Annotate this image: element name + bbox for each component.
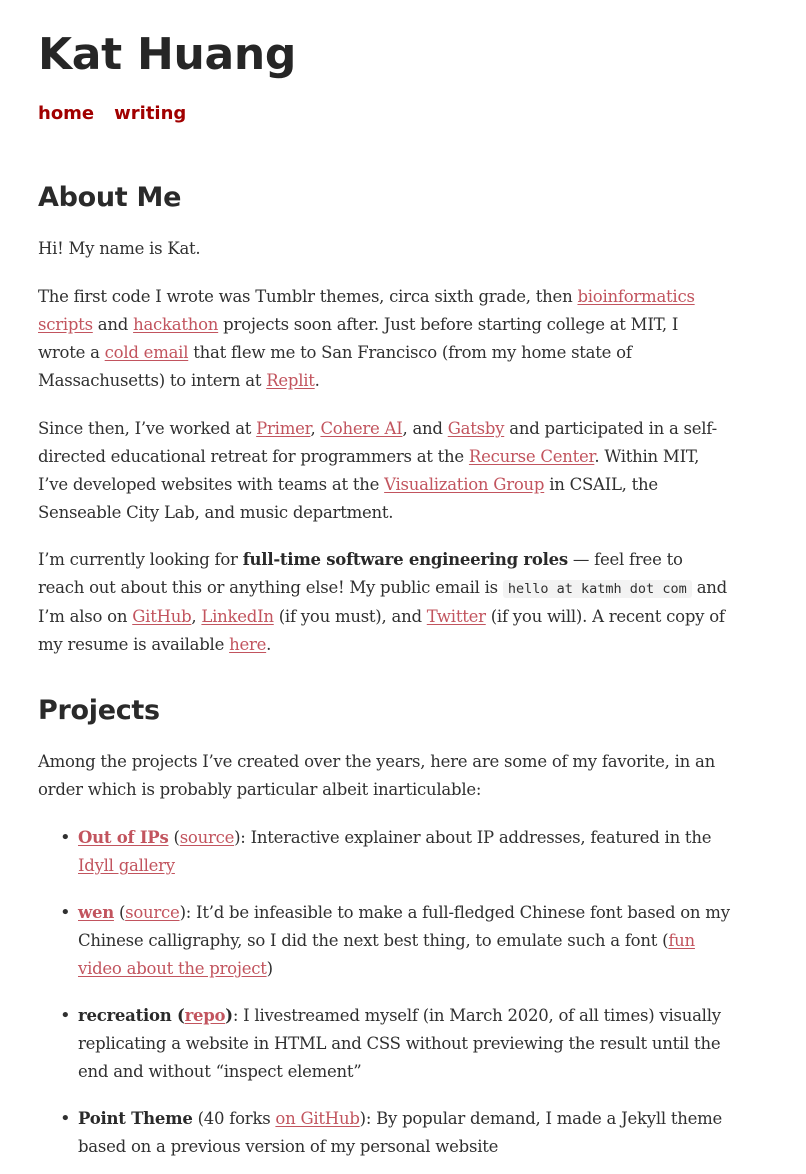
text: )	[266, 959, 273, 978]
cold-email-link[interactable]: cold email	[105, 343, 189, 362]
list-item: • recreation (repo): I livestreamed myse…	[38, 1002, 733, 1086]
nav-writing-link[interactable]: writing	[114, 101, 186, 127]
list-item: • Point Theme (40 forks on GitHub): By p…	[38, 1105, 733, 1161]
wen-source-link[interactable]: source	[125, 903, 180, 922]
twitter-link[interactable]: Twitter	[427, 607, 486, 626]
projects-intro-paragraph: Among the projects I’ve created over the…	[38, 752, 715, 799]
email-address: hello at katmh dot com	[502, 580, 692, 598]
projects-list: • Out of IPs (source): Interactive expla…	[38, 824, 738, 1161]
text: .	[266, 635, 272, 654]
wen-link[interactable]: wen	[78, 903, 114, 922]
gatsby-link[interactable]: Gatsby	[448, 419, 505, 438]
bullet: •	[60, 902, 71, 923]
bullet: •	[60, 1108, 71, 1129]
visualization-group-link[interactable]: Visualization Group	[384, 475, 544, 494]
nav-home-link[interactable]: home	[38, 101, 94, 127]
bullet: •	[60, 827, 71, 848]
idyll-gallery-link[interactable]: Idyll gallery	[78, 856, 175, 875]
text: )	[225, 1006, 233, 1025]
linkedin-link[interactable]: LinkedIn	[201, 607, 274, 626]
text: The first code I wrote was Tumblr themes…	[38, 287, 578, 306]
text: (if you must), and	[273, 607, 427, 626]
recreation-repo-link[interactable]: repo	[185, 1006, 226, 1025]
bullet: •	[60, 1005, 71, 1026]
about-contact-paragraph: I’m currently looking for full-time soft…	[38, 546, 728, 659]
text: I’m currently looking for	[38, 550, 243, 569]
list-item: • wen (source): It’d be infeasible to ma…	[38, 899, 733, 983]
text: ,	[310, 419, 321, 438]
text: (	[113, 903, 126, 922]
recurse-center-link[interactable]: Recurse Center	[469, 447, 595, 466]
resume-link[interactable]: here	[229, 635, 266, 654]
text: .	[314, 371, 320, 390]
hackathon-link[interactable]: hackathon	[133, 315, 218, 334]
main-nav: home writing	[38, 101, 186, 127]
text: ): Interactive explainer about IP addres…	[234, 828, 712, 847]
site-title: Kat Huang	[38, 29, 297, 80]
text: and	[92, 315, 134, 334]
point-theme-github-link[interactable]: on GitHub	[275, 1109, 359, 1128]
about-work-paragraph: Since then, I’ve worked at Primer, Coher…	[38, 415, 728, 527]
job-search-highlight: full-time software engineering roles	[242, 550, 568, 569]
about-history-paragraph: The first code I wrote was Tumblr themes…	[38, 283, 728, 395]
list-item: • Out of IPs (source): Interactive expla…	[38, 824, 733, 880]
replit-link[interactable]: Replit	[266, 371, 315, 390]
cohere-ai-link[interactable]: Cohere AI	[320, 419, 402, 438]
out-of-ips-source-link[interactable]: source	[180, 828, 235, 847]
github-link[interactable]: GitHub	[132, 607, 191, 626]
primer-link[interactable]: Primer	[256, 419, 311, 438]
text: ,	[191, 607, 202, 626]
text: (40 forks	[192, 1109, 276, 1128]
text: Since then, I’ve worked at	[38, 419, 257, 438]
about-intro-paragraph: Hi! My name is Kat.	[38, 239, 201, 258]
point-theme-title: Point Theme	[78, 1109, 193, 1128]
text: (	[168, 828, 180, 847]
projects-heading: Projects	[38, 695, 160, 726]
out-of-ips-link[interactable]: Out of IPs	[78, 828, 169, 847]
about-heading: About Me	[38, 182, 182, 213]
text: recreation (	[78, 1006, 185, 1025]
text: , and	[402, 419, 448, 438]
